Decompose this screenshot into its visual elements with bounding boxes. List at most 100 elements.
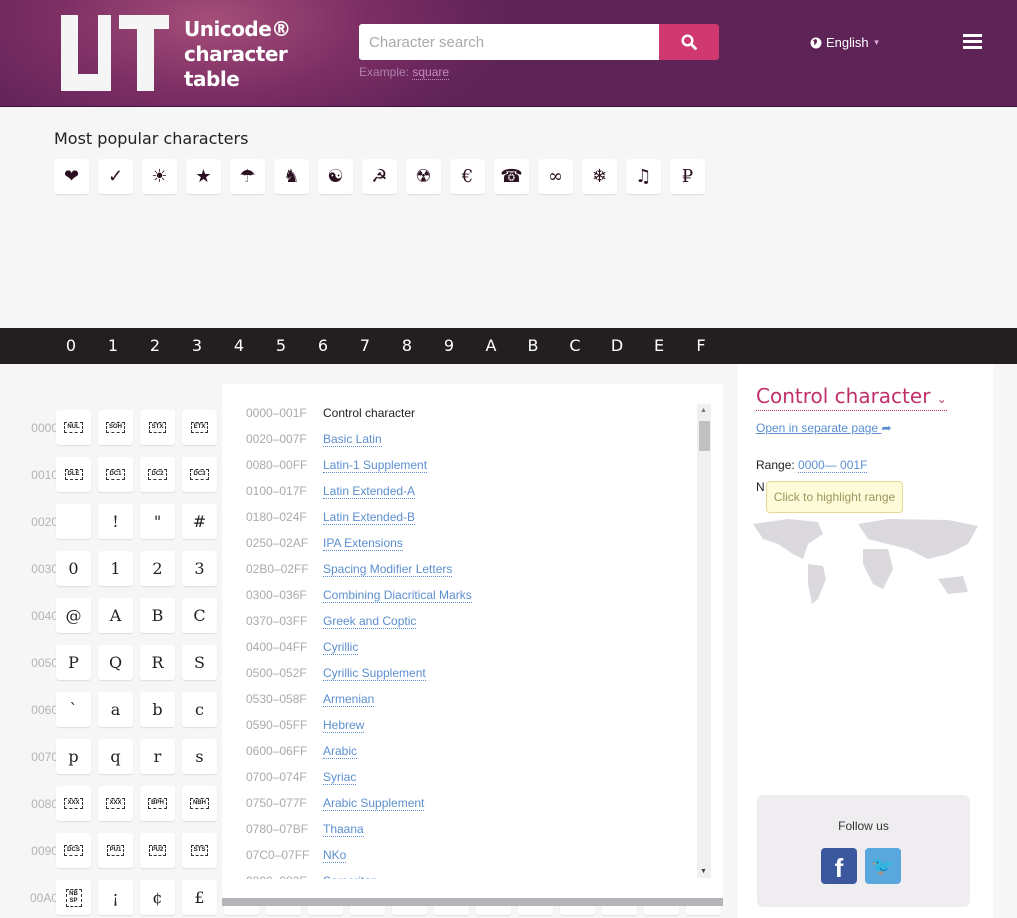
range-link[interactable]: Armenian [323,692,375,707]
range-link[interactable]: Hebrew [323,718,365,733]
char-cell[interactable]: STX [140,410,175,445]
block-title[interactable]: Control character ⌄ [756,384,947,411]
range-link[interactable]: IPA Extensions [323,536,403,551]
char-cell[interactable]: XXX [56,786,91,821]
char-cell[interactable]: ! [98,504,133,539]
facebook-icon[interactable]: f [821,848,857,884]
char-cell[interactable]: DC3 [182,457,217,492]
popular-char[interactable]: ∞ [538,159,573,194]
popular-char[interactable]: ♞ [274,159,309,194]
char-cell[interactable]: DCS [56,833,91,868]
range-link[interactable]: NKo [323,848,347,863]
char-cell[interactable]: SOH [98,410,133,445]
range-list-item[interactable]: 0600–06FF Arabic [246,744,358,759]
range-link[interactable]: Samaritan [323,874,378,879]
char-cell[interactable]: q [98,739,133,774]
char-cell[interactable]: p [56,739,91,774]
range-list-item[interactable]: 0800–083FSamaritan [246,874,378,879]
char-cell[interactable]: STS [182,833,217,868]
range-list-item[interactable]: 0750–077F Arabic Supplement [246,796,425,811]
range-list-item[interactable]: 0100–017F Latin Extended-A [246,484,416,499]
char-cell[interactable]: NB SP [56,880,91,915]
range-link[interactable]: Arabic [323,744,358,759]
char-cell[interactable]: 3 [182,551,217,586]
char-cell[interactable]: P [56,645,91,680]
example-link[interactable]: square [412,65,450,80]
char-cell[interactable]: C [182,598,217,633]
popular-char[interactable]: ☀ [142,159,177,194]
range-list-item[interactable]: 0250–02AF IPA Extensions [246,536,403,551]
range-list-item[interactable]: 0080–00FF Latin-1 Supplement [246,458,428,473]
range-link[interactable]: Latin-1 Supplement [323,458,428,473]
range-list-item[interactable]: 07C0–07FF NKo [246,848,347,863]
range-list-item[interactable]: 0180–024F Latin Extended-B [246,510,416,525]
char-cell[interactable]: ¡ [98,880,133,915]
char-cell[interactable]: £ [182,880,217,915]
range-list-item[interactable]: 0000–001F Control character [246,406,415,420]
char-cell[interactable]: ` [56,692,91,727]
range-link[interactable]: Syriac [323,770,357,785]
popular-char[interactable]: ✓ [98,159,133,194]
char-cell[interactable]: 2 [140,551,175,586]
scroll-up-icon[interactable]: ▲ [700,407,707,414]
search-button[interactable] [659,24,719,60]
char-cell[interactable]: XXX [98,786,133,821]
popular-char[interactable]: ₽ [670,159,705,194]
range-link[interactable]: 0000— 001F [798,458,868,473]
popular-char[interactable]: ★ [186,159,221,194]
popular-char[interactable]: ☭ [362,159,397,194]
char-cell[interactable]: " [140,504,175,539]
char-cell[interactable]: @ [56,598,91,633]
scroll-down-icon[interactable]: ▼ [700,868,707,875]
char-cell[interactable]: S [182,645,217,680]
char-cell[interactable]: Q [98,645,133,680]
open-separate-page-link[interactable]: Open in separate page ➦ [756,421,892,435]
range-list-item[interactable]: 0370–03FF Greek and Coptic [246,614,417,629]
char-cell[interactable]: DC2 [140,457,175,492]
char-cell[interactable]: DLE [56,457,91,492]
range-list-item[interactable]: 0700–074F Syriac [246,770,357,785]
char-cell[interactable]: s [182,739,217,774]
char-cell[interactable]: B [140,598,175,633]
range-list-item[interactable]: 0020–007F Basic Latin [246,432,382,447]
menu-icon[interactable] [963,34,982,49]
range-list-item[interactable]: 0300–036F Combining Diacritical Marks [246,588,472,603]
char-cell[interactable]: PU1 [98,833,133,868]
range-list-item[interactable]: 02B0–02FF Spacing Modifier Letters [246,562,453,577]
char-cell[interactable]: A [98,598,133,633]
popular-char[interactable]: ☢ [406,159,441,194]
range-link[interactable]: Cyrillic [323,640,359,655]
char-cell[interactable]: 0 [56,551,91,586]
logo[interactable] [61,15,169,91]
twitter-icon[interactable]: 🐦 [865,848,901,884]
char-cell[interactable]: BPH [140,786,175,821]
char-cell[interactable]: a [98,692,133,727]
char-cell[interactable]: NBH [182,786,217,821]
language-selector[interactable]: English ▼ [810,35,881,50]
popular-char[interactable]: ❄ [582,159,617,194]
range-list-item[interactable]: 0780–07BF Thaana [246,822,364,837]
popular-char[interactable]: ♫ [626,159,661,194]
char-cell[interactable] [56,504,91,539]
range-list-item[interactable]: 0500–052F Cyrillic Supplement [246,666,426,681]
range-link[interactable]: Spacing Modifier Letters [323,562,453,577]
range-link[interactable]: Latin Extended-B [323,510,416,525]
char-cell[interactable]: DC1 [98,457,133,492]
popular-char[interactable]: ☂ [230,159,265,194]
char-cell[interactable]: # [182,504,217,539]
popular-char[interactable]: € [450,159,485,194]
range-list-item[interactable]: 0400–04FF Cyrillic [246,640,359,655]
range-link[interactable]: Greek and Coptic [323,614,417,629]
popular-char[interactable]: ❤ [54,159,89,194]
range-link[interactable]: Thaana [323,822,364,837]
char-cell[interactable]: 1 [98,551,133,586]
char-cell[interactable]: NUL [56,410,91,445]
char-cell[interactable]: ETX [182,410,217,445]
popular-char[interactable]: ☎ [494,159,529,194]
range-link[interactable]: Arabic Supplement [323,796,425,811]
scrollbar[interactable]: ▲ ▼ [697,404,711,878]
char-cell[interactable]: c [182,692,217,727]
range-link[interactable]: Combining Diacritical Marks [323,588,472,603]
scrollbar-thumb[interactable] [699,421,710,451]
char-cell[interactable]: ¢ [140,880,175,915]
